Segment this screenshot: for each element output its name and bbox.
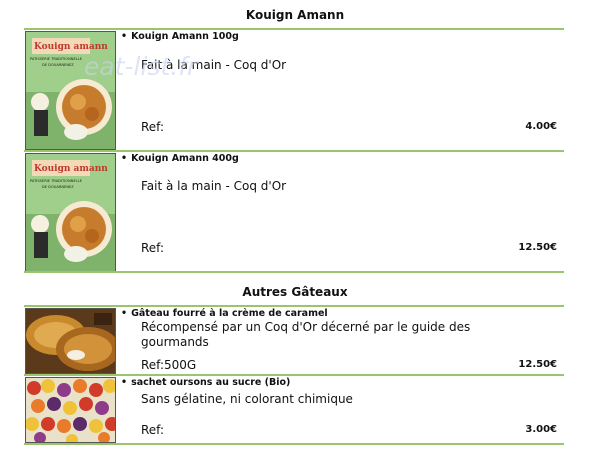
bullet-icon: • [121, 153, 128, 164]
product-name-text[interactable]: Gâteau fourré à la crème de caramel [131, 308, 328, 319]
package-subtitle-text: DE DOUARNENEZ [42, 63, 74, 67]
product-image[interactable] [25, 308, 116, 374]
product-price: 12.50€ [518, 242, 557, 253]
bullet-icon: • [121, 31, 128, 42]
product-image[interactable]: Kouign amann PATISSERIE TRADITIONNELLE D… [25, 31, 116, 150]
product-price: 4.00€ [525, 121, 557, 132]
product-name[interactable]: • sachet oursons au sucre (Bio) [121, 377, 290, 388]
product-description: Fait à la main - Coq d'Or [141, 58, 287, 72]
bullet-icon: • [121, 377, 128, 388]
package-brand-text: Kouign amann [34, 164, 108, 174]
product-divider [24, 443, 564, 445]
product-price: 12.50€ [518, 359, 557, 370]
product-ref: Ref: [141, 423, 165, 437]
bullet-icon: • [121, 308, 128, 319]
product-name-text[interactable]: Kouign Amann 100g [131, 31, 239, 42]
product-card: • sachet oursons au sucre (Bio) Sans géla… [24, 376, 564, 444]
package-brand-text: Kouign amann [34, 42, 108, 52]
product-price: 3.00€ [525, 424, 557, 435]
product-name-text[interactable]: sachet oursons au sucre (Bio) [131, 377, 290, 388]
product-name[interactable]: • Kouign Amann 100g [121, 31, 239, 42]
product-name-text[interactable]: Kouign Amann 400g [131, 153, 239, 164]
section-title-kouign-amann: Kouign Amann [245, 8, 345, 22]
product-card: • Gâteau fourré à la crème de caramel Réc… [24, 307, 564, 375]
product-image[interactable]: Kouign amann PATISSERIE TRADITIONNELLE D… [25, 153, 116, 272]
product-name[interactable]: • Kouign Amann 400g [121, 153, 239, 164]
section-title-autres-gateaux: Autres Gâteaux [242, 285, 348, 299]
product-ref: Ref:500G [141, 358, 197, 372]
package-subtitle-text: DE DOUARNENEZ [42, 185, 74, 189]
package-subtitle-text: PATISSERIE TRADITIONNELLE [30, 57, 83, 61]
product-description: Sans gélatine, ni colorant chimique [141, 392, 353, 406]
product-ref: Ref: [141, 120, 165, 134]
product-card: Kouign amann PATISSERIE TRADITIONNELLE D… [24, 30, 564, 150]
package-subtitle-text: PATISSERIE TRADITIONNELLE [30, 179, 83, 183]
product-description: Fait à la main - Coq d'Or [141, 179, 287, 193]
product-divider [24, 271, 564, 273]
product-image[interactable] [25, 377, 116, 443]
product-ref: Ref: [141, 241, 165, 255]
product-card: Kouign amann PATISSERIE TRADITIONNELLE D… [24, 152, 564, 272]
product-description: Récompensé par un Coq d'Or décerné par l… [141, 320, 471, 349]
product-name[interactable]: • Gâteau fourré à la crème de caramel [121, 308, 328, 319]
